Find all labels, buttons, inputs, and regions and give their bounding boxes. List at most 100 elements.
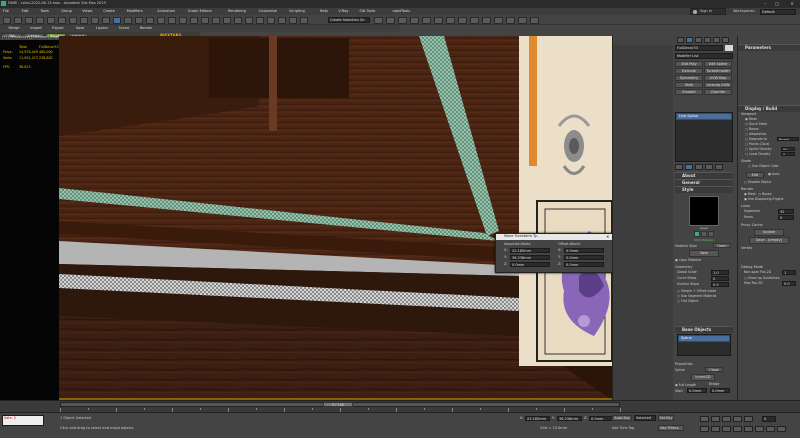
off-field-z[interactable]: 0.0mm — [564, 262, 604, 267]
prev-frame-icon[interactable] — [711, 416, 720, 422]
use-object-color-check[interactable]: ▢ Use Object Color — [738, 164, 800, 169]
coord-field-x[interactable]: 22.185mm — [525, 416, 550, 421]
abs-field-z[interactable]: 0.0mm — [510, 262, 550, 267]
frame-field[interactable]: 0 — [762, 416, 776, 422]
menu-customize[interactable]: Customize — [259, 9, 277, 14]
angle-snap-icon[interactable] — [190, 17, 198, 24]
show-end-result-icon[interactable] — [685, 164, 693, 170]
shortcut-merge[interactable]: Merge — [4, 26, 24, 31]
bridge-label[interactable]: Bridge — [709, 382, 719, 387]
ribbon-icon[interactable] — [434, 17, 443, 24]
display-build-rollout[interactable]: Display / Build — [738, 105, 800, 112]
modifier-unwrap-uvw-button[interactable]: Unwrap UVW — [704, 82, 732, 88]
style-rollout[interactable]: Style — [675, 186, 733, 193]
off-field-x[interactable]: 0.0mm — [564, 248, 604, 253]
go-to-end-icon[interactable] — [744, 416, 753, 422]
sprite-density-field[interactable]: 50 — [781, 147, 795, 151]
proxy-save-button[interactable]: Save - (empty) — [749, 237, 789, 244]
base-object-item[interactable]: Spline — [678, 335, 730, 342]
configure-sets-icon[interactable] — [715, 164, 723, 170]
selected-dropdown[interactable]: Selected — [634, 415, 656, 421]
pivot-icon[interactable] — [168, 17, 176, 24]
shortcut-export[interactable]: Export — [48, 26, 68, 31]
start-field-2[interactable]: 0.0mm — [710, 388, 730, 393]
edit-named-sel-icon[interactable] — [374, 17, 383, 24]
spinner-snap-icon[interactable] — [212, 17, 220, 24]
menu-silk-tools[interactable]: Silk Tools — [359, 9, 375, 14]
menu-file[interactable]: File — [3, 9, 9, 14]
segments-field[interactable]: 32 — [778, 209, 794, 214]
stack-item[interactable]: Line Spline — [676, 113, 732, 120]
dialog-close-icon[interactable]: ✕ — [606, 234, 609, 240]
shortcut-render[interactable]: Render — [136, 26, 156, 31]
curve-field[interactable]: 0 — [711, 276, 729, 281]
move-icon[interactable] — [113, 17, 121, 24]
placement-icon[interactable] — [146, 17, 154, 24]
auto-check[interactable]: ▣ Auto — [768, 172, 779, 177]
style-preview[interactable] — [689, 196, 719, 226]
modifier-shell-button[interactable]: Shell — [675, 82, 703, 88]
maxscript-listener[interactable]: Sale: 2 — [2, 415, 44, 426]
menu-rendering[interactable]: Rendering — [228, 9, 246, 14]
object-name-field[interactable]: FullDecor33 — [675, 45, 723, 51]
modifier-extrude-button[interactable]: Extrude — [675, 68, 703, 74]
zoom-icon[interactable] — [700, 426, 709, 432]
align-icon[interactable] — [234, 17, 242, 24]
degrade-dropdown[interactable]: Boxes — [777, 137, 799, 141]
schematic2-icon[interactable] — [458, 17, 467, 24]
link-icon[interactable] — [25, 17, 33, 24]
layer-icon[interactable] — [245, 17, 253, 24]
shortcut-layers[interactable]: Layers — [92, 26, 112, 31]
viewport-scene[interactable] — [59, 36, 612, 400]
abs-field-y[interactable]: 36.238mm — [510, 255, 550, 260]
start-field-1[interactable]: 0.0mm — [687, 388, 707, 393]
pan-icon[interactable] — [744, 426, 753, 432]
object-color-swatch[interactable] — [725, 45, 733, 51]
select-by-name-icon[interactable] — [80, 17, 88, 24]
toggle-scene-icon[interactable] — [256, 17, 264, 24]
go-to-start-icon[interactable] — [700, 416, 709, 422]
rotate-icon[interactable] — [124, 17, 132, 24]
menu-modifiers[interactable]: Modifiers — [127, 9, 143, 14]
motion-tab-icon[interactable] — [704, 37, 711, 43]
disable-object-check[interactable]: ▢ Disable Object — [738, 180, 800, 185]
copy-material-check[interactable]: ▣ Copy Material — [675, 258, 733, 263]
close-button[interactable]: Close — [705, 367, 723, 372]
local-density-field[interactable]: 0 — [781, 152, 795, 156]
time-slider-thumb[interactable]: 0 / 100 — [323, 402, 353, 407]
undo-icon[interactable] — [3, 17, 11, 24]
menu-v-ray[interactable]: V-Ray — [338, 9, 348, 14]
redo-icon[interactable] — [14, 17, 22, 24]
curve-editor-icon[interactable] — [267, 17, 275, 24]
faces-field[interactable]: 0 — [778, 215, 794, 220]
zoom-all-icon[interactable] — [711, 426, 720, 432]
add-time-tag[interactable]: Add Time Tag — [612, 426, 634, 431]
window-crossing-icon[interactable] — [102, 17, 110, 24]
coord-field-z[interactable]: 0.0mm — [589, 416, 614, 421]
mirror2-icon[interactable] — [386, 17, 395, 24]
menu-tools[interactable]: Tools — [40, 9, 49, 14]
time-slider[interactable]: 0 / 100 — [60, 402, 620, 407]
modifier-turbosmooth-button[interactable]: TurboSmooth — [704, 68, 732, 74]
layer-explorer-icon[interactable] — [422, 17, 431, 24]
render-frame-icon[interactable] — [482, 17, 491, 24]
menu-animation[interactable]: Animation — [157, 9, 175, 14]
modifier-smooth-button[interactable]: Smooth — [675, 89, 703, 95]
play-icon[interactable] — [722, 416, 731, 422]
invert-button[interactable]: Invert2D — [691, 374, 715, 381]
edit-button[interactable]: Edit — [746, 172, 764, 178]
global-field[interactable]: 1.0 — [711, 270, 729, 275]
remove-modifier-icon[interactable] — [705, 164, 713, 170]
new-material-button[interactable]: New — [689, 250, 719, 257]
modifier-chamfer-button[interactable]: Chamfer — [704, 89, 732, 95]
menu-graph-editors[interactable]: Graph Editors — [188, 9, 212, 14]
schematic-icon[interactable] — [278, 17, 286, 24]
modify-tab-icon[interactable] — [686, 37, 693, 43]
vray-frame-icon[interactable] — [530, 17, 539, 24]
material-icon[interactable] — [693, 231, 700, 237]
dialog-titlebar[interactable]: Move Transform Ty... ✕ — [496, 234, 614, 240]
create-tab-icon[interactable] — [677, 37, 684, 43]
mirror-icon[interactable] — [223, 17, 231, 24]
menu-group[interactable]: Group — [61, 9, 72, 14]
select-icon[interactable] — [69, 17, 77, 24]
